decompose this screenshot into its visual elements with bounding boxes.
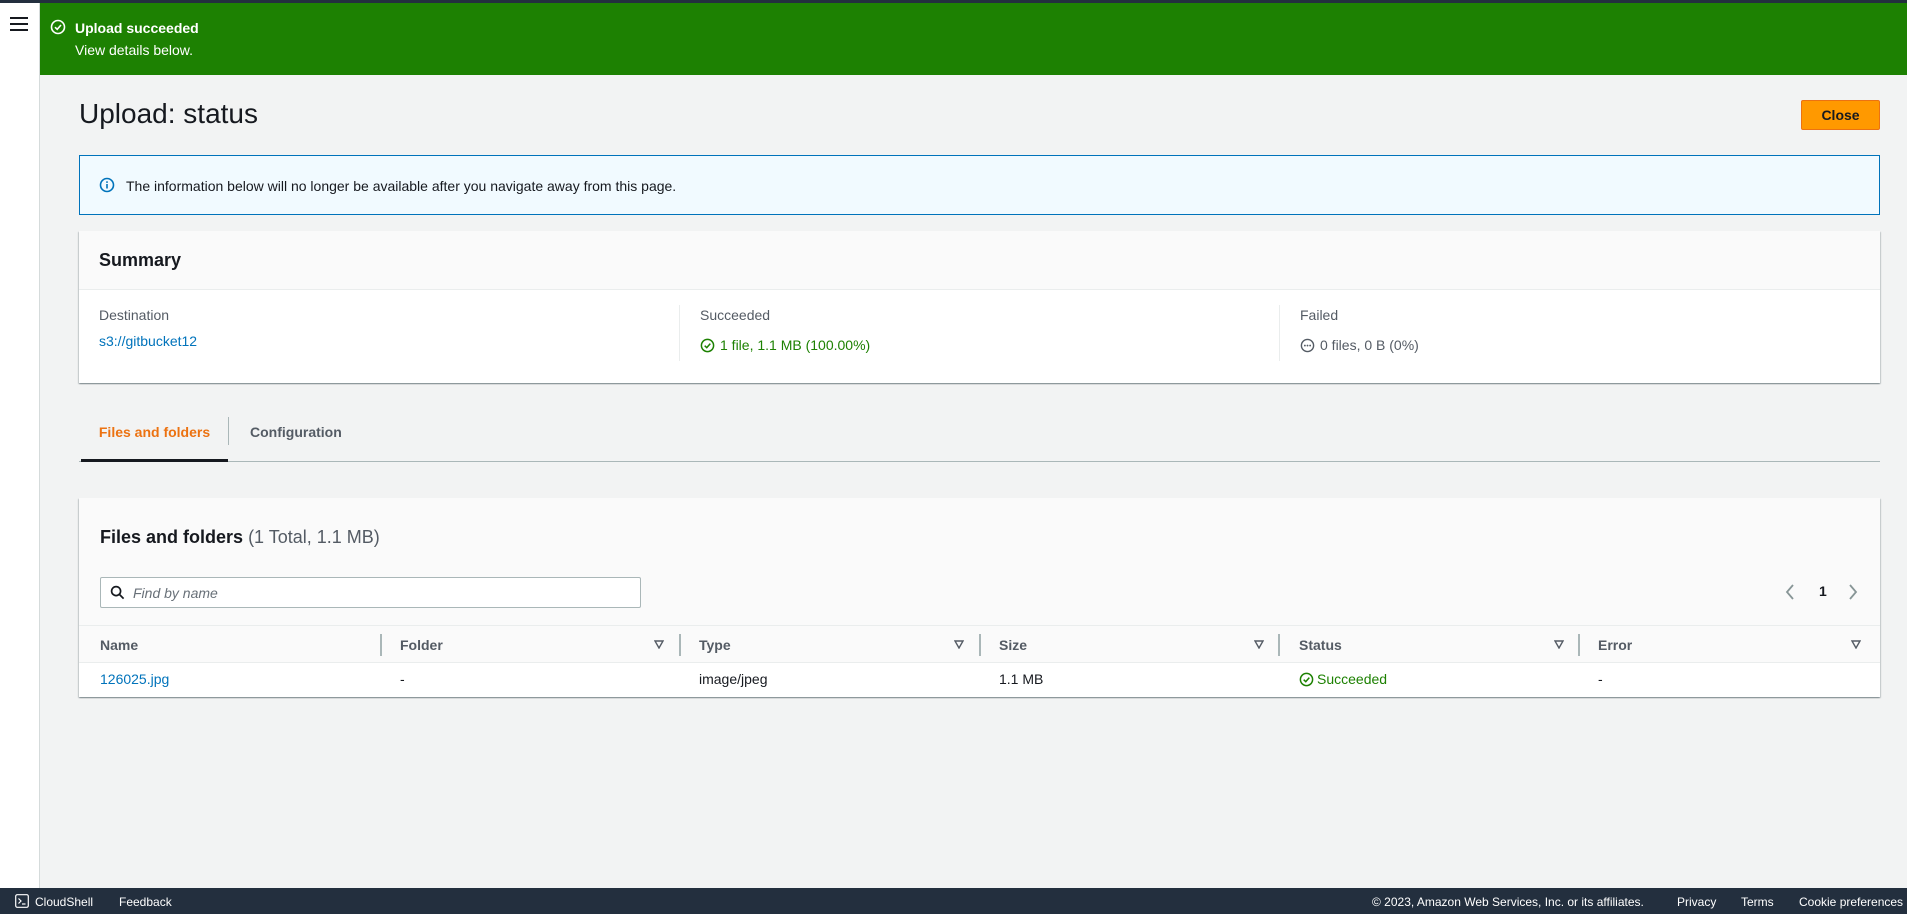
- files-panel-header: Files and folders (1 Total, 1.1 MB) 1: [79, 498, 1880, 625]
- tabs: Files and folders Configuration: [79, 412, 1880, 462]
- destination-label: Destination: [99, 307, 170, 323]
- sort-caret-icon[interactable]: [1254, 640, 1264, 649]
- success-circle-icon: [1299, 672, 1314, 686]
- table-row: 126025.jpg - image/jpeg 1.1 MB Succeeded…: [79, 663, 1880, 696]
- files-panel-title: Files and folders (1 Total, 1.1 MB): [100, 527, 380, 548]
- hamburger-menu-icon[interactable]: [10, 17, 28, 31]
- files-count: (1 Total, 1.1 MB): [248, 527, 380, 547]
- sort-caret-icon[interactable]: [1851, 640, 1861, 649]
- cloudshell-icon[interactable]: [15, 894, 29, 908]
- side-navigation: [0, 3, 40, 888]
- flash-description: View details below.: [75, 42, 194, 58]
- column-header-size[interactable]: Size: [999, 626, 1027, 664]
- page-title: Upload: status: [79, 98, 258, 129]
- column-resizer[interactable]: [380, 634, 382, 656]
- footer: CloudShell Feedback © 2023, Amazon Web S…: [0, 888, 1907, 914]
- sort-caret-icon[interactable]: [1554, 640, 1564, 649]
- column-resizer[interactable]: [679, 634, 681, 656]
- file-type: image/jpeg: [699, 671, 768, 687]
- success-flash-banner: Upload succeeded View details below.: [40, 3, 1907, 75]
- failed-value: 0 files, 0 B (0%): [1320, 337, 1419, 353]
- info-alert: The information below will no longer be …: [79, 155, 1880, 215]
- file-error: -: [1598, 671, 1603, 687]
- more-circle-icon: [1300, 338, 1315, 352]
- cookie-preferences-link[interactable]: Cookie preferences: [1799, 895, 1903, 909]
- tab-configuration[interactable]: Configuration: [229, 412, 342, 462]
- page-number[interactable]: 1: [1819, 583, 1827, 599]
- sort-caret-icon[interactable]: [654, 640, 664, 649]
- table-header: Name Folder Type Size Status Error: [79, 625, 1880, 663]
- tab-files-and-folders[interactable]: Files and folders: [81, 412, 228, 462]
- destination-link[interactable]: s3://gitbucket12: [99, 333, 197, 349]
- column-resizer[interactable]: [1578, 634, 1580, 656]
- column-header-folder[interactable]: Folder: [400, 626, 443, 664]
- summary-panel: Summary Destination s3://gitbucket12 Suc…: [79, 231, 1880, 383]
- success-circle-icon: [700, 338, 715, 352]
- file-folder: -: [400, 671, 405, 687]
- failed-column: Failed 0 files, 0 B (0%): [1279, 305, 1859, 361]
- column-header-type[interactable]: Type: [699, 626, 731, 664]
- search-field[interactable]: [100, 577, 641, 608]
- close-button[interactable]: Close: [1801, 100, 1880, 130]
- column-resizer[interactable]: [1278, 634, 1280, 656]
- succeeded-label: Succeeded: [700, 307, 771, 323]
- chevron-right-icon[interactable]: [1847, 583, 1859, 601]
- file-size: 1.1 MB: [999, 671, 1044, 687]
- column-header-name[interactable]: Name: [100, 626, 138, 664]
- succeeded-value: 1 file, 1.1 MB (100.00%): [720, 337, 871, 353]
- search-icon: [110, 585, 125, 600]
- column-header-error[interactable]: Error: [1598, 626, 1632, 664]
- cloudshell-link[interactable]: CloudShell: [35, 895, 93, 909]
- column-resizer[interactable]: [979, 634, 981, 656]
- pagination: 1: [1779, 581, 1869, 605]
- flash-title: Upload succeeded: [75, 20, 199, 36]
- file-status-text: Succeeded: [1317, 671, 1388, 687]
- file-status: Succeeded: [1299, 671, 1387, 687]
- destination-column: Destination s3://gitbucket12: [99, 305, 679, 361]
- success-circle-icon: [50, 19, 66, 35]
- succeeded-column: Succeeded 1 file, 1.1 MB (100.00%): [679, 305, 1279, 361]
- failed-label: Failed: [1300, 307, 1339, 323]
- column-header-status[interactable]: Status: [1299, 626, 1342, 664]
- chevron-left-icon[interactable]: [1784, 583, 1796, 601]
- files-title-text: Files and folders: [100, 527, 244, 547]
- files-and-folders-panel: Files and folders (1 Total, 1.1 MB) 1 Na…: [79, 498, 1880, 697]
- sort-caret-icon[interactable]: [954, 640, 964, 649]
- feedback-link[interactable]: Feedback: [119, 895, 172, 909]
- search-input[interactable]: [133, 582, 633, 604]
- terms-link[interactable]: Terms: [1741, 895, 1774, 909]
- summary-title: Summary: [79, 231, 1880, 290]
- info-alert-text: The information below will no longer be …: [126, 178, 677, 194]
- privacy-link[interactable]: Privacy: [1677, 895, 1716, 909]
- info-icon: [99, 177, 115, 193]
- file-name-link[interactable]: 126025.jpg: [100, 671, 169, 687]
- copyright-text: © 2023, Amazon Web Services, Inc. or its…: [1372, 895, 1644, 909]
